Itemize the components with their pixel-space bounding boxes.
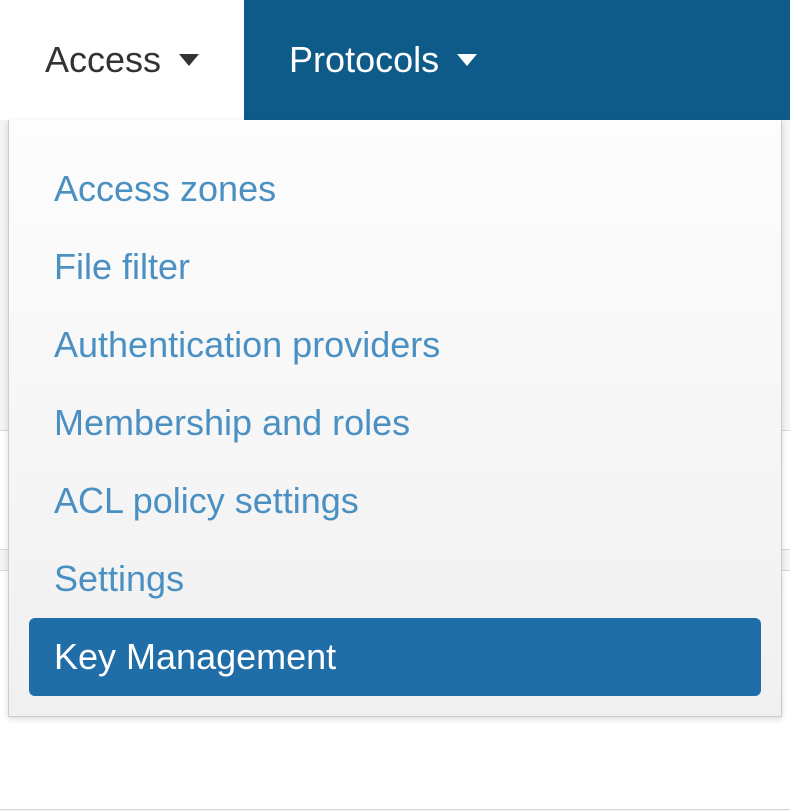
nav-tab-protocols[interactable]: Protocols: [244, 0, 522, 120]
nav-tab-label: Access: [45, 39, 161, 81]
menu-item-label: Access zones: [54, 168, 276, 209]
menu-item-label: Settings: [54, 558, 184, 599]
menu-item-label: Membership and roles: [54, 402, 410, 443]
menu-item-label: Key Management: [54, 636, 336, 677]
navbar: Access Protocols: [0, 0, 790, 120]
nav-tab-label: Protocols: [289, 39, 439, 81]
menu-item-membership-and-roles[interactable]: Membership and roles: [29, 384, 761, 462]
access-dropdown-menu: Access zones File filter Authentication …: [8, 120, 782, 717]
caret-down-icon: [457, 54, 477, 66]
menu-item-label: ACL policy settings: [54, 480, 359, 521]
menu-item-label: Authentication providers: [54, 324, 440, 365]
menu-item-access-zones[interactable]: Access zones: [29, 150, 761, 228]
menu-item-settings[interactable]: Settings: [29, 540, 761, 618]
menu-item-label: File filter: [54, 246, 190, 287]
nav-tab-access[interactable]: Access: [0, 0, 244, 120]
menu-item-file-filter[interactable]: File filter: [29, 228, 761, 306]
menu-item-key-management[interactable]: Key Management: [29, 618, 761, 696]
menu-item-authentication-providers[interactable]: Authentication providers: [29, 306, 761, 384]
menu-item-acl-policy-settings[interactable]: ACL policy settings: [29, 462, 761, 540]
caret-down-icon: [179, 54, 199, 66]
